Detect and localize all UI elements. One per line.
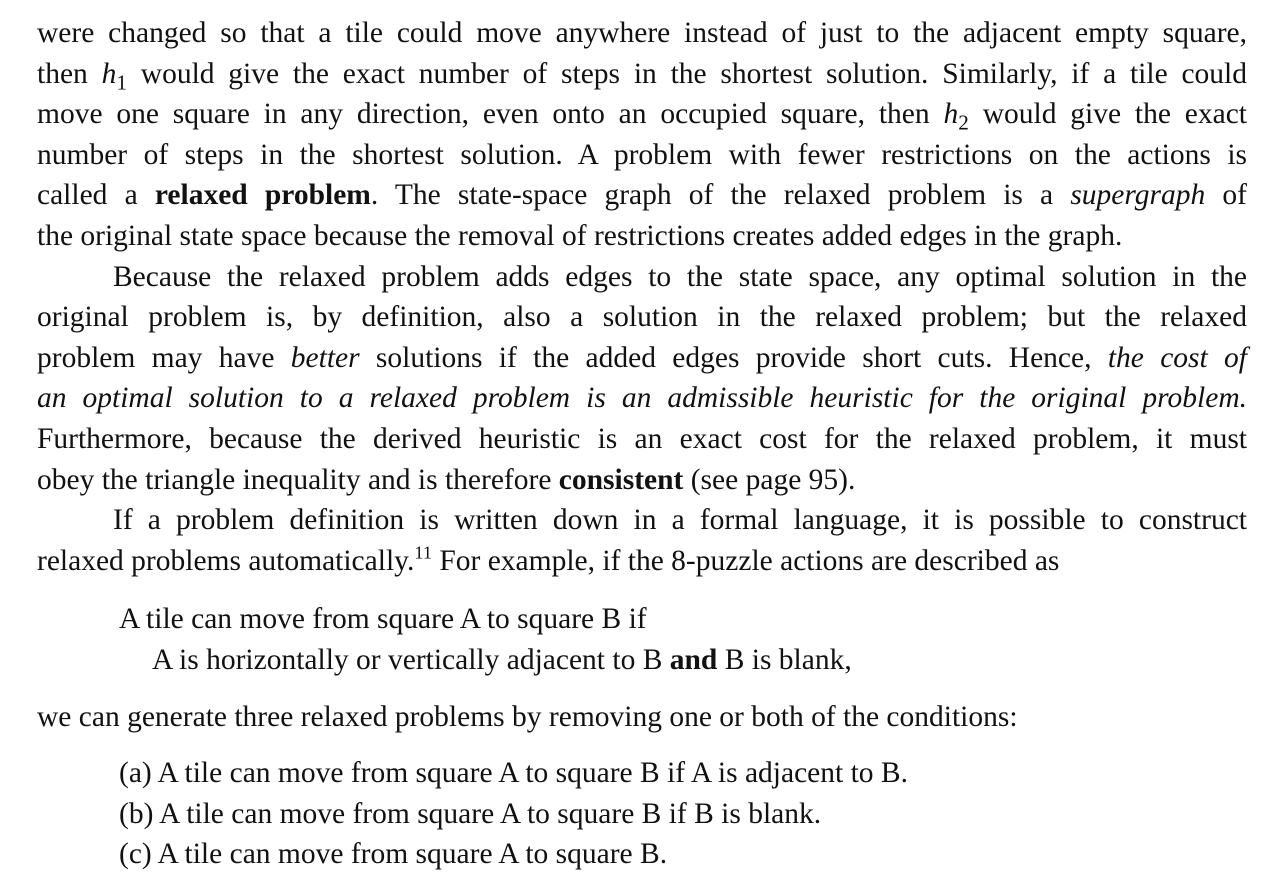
text-span: If a problem definition is written down …	[113, 504, 1247, 537]
relaxed-options-list: (a) A tile can move from square A to squ…	[119, 753, 1247, 875]
text-line: move one square in any direction, even o…	[37, 94, 1247, 135]
text-line: Furthermore, because the derived heurist…	[37, 419, 1247, 460]
text-line: problem may have better solutions if the…	[37, 338, 1247, 379]
term-consistent: consistent	[558, 463, 684, 496]
math-symbol: h	[101, 57, 117, 90]
text-line: number of steps in the shortest solution…	[37, 135, 1247, 176]
text-span: Because the relaxed problem adds edges t…	[113, 260, 1247, 293]
text-span: then	[37, 57, 102, 90]
emphasis-supergraph: supergraph	[1070, 179, 1206, 212]
math-symbol: h	[943, 98, 959, 131]
text-span: of	[1205, 179, 1248, 212]
text-span: number of steps in the shortest solution…	[37, 138, 1247, 171]
list-item: (c) A tile can move from square A to squ…	[119, 838, 668, 871]
emphasis-text: an optimal solution to a relaxed problem…	[37, 382, 1247, 415]
emphasis-text: the cost of	[1107, 341, 1247, 374]
math-h1: h1	[101, 57, 127, 93]
math-h2: h2	[943, 98, 968, 133]
text-line: obey the triangle inequality and is ther…	[37, 460, 1247, 501]
paragraph-formal-language: If a problem definition is written down …	[37, 500, 1247, 581]
text-span: the original state space because the rem…	[37, 219, 1123, 252]
math-subscript: 1	[116, 69, 127, 94]
text-span: B is blank,	[717, 643, 852, 676]
text-line: If a problem definition is written down …	[37, 500, 1247, 541]
book-page: were changed so that a tile could move a…	[37, 13, 1247, 875]
text-line: original problem is, by definition, also…	[37, 297, 1247, 338]
paragraph-admissible-heuristic: Because the relaxed problem adds edges t…	[37, 257, 1247, 501]
text-span: . The state-space graph of the relaxed p…	[370, 179, 1071, 212]
text-span: move one square in any direction, even o…	[37, 98, 944, 131]
text-span: Furthermore, because the derived heurist…	[37, 422, 1247, 455]
text-span: would give the exact	[968, 98, 1247, 131]
text-line: the original state space because the rem…	[37, 216, 1247, 257]
term-relaxed-problem: relaxed problem	[154, 179, 371, 212]
text-line: were changed so that a tile could move a…	[37, 13, 1247, 54]
text-span: relaxed problems automatically.	[37, 544, 415, 577]
text-line: Because the relaxed problem adds edges t…	[37, 257, 1247, 298]
text-span: were changed so that a tile could move a…	[37, 17, 1247, 49]
text-span: we can generate three relaxed problems b…	[37, 700, 1018, 733]
action-rule-block: A tile can move from square A to square …	[119, 599, 1247, 680]
rule-line: A tile can move from square A to square …	[119, 603, 647, 636]
text-span: would give the exact number of steps in …	[126, 57, 1247, 90]
rule-condition-line: A is horizontally or vertically adjacent…	[119, 640, 1247, 681]
text-span: called a	[37, 179, 155, 212]
text-span: problem may have	[37, 341, 291, 374]
keyword-and: and	[669, 643, 718, 676]
footnote-marker: 11	[414, 542, 432, 563]
paragraph-relaxed-problem-intro: were changed so that a tile could move a…	[37, 13, 1247, 257]
text-span: (see page 95).	[683, 463, 856, 496]
math-subscript: 2	[958, 110, 969, 135]
text-span: obey the triangle inequality and is ther…	[37, 463, 559, 496]
text-line: an optimal solution to a relaxed problem…	[37, 378, 1247, 419]
text-span: For example, if the 8-puzzle actions are…	[431, 544, 1060, 577]
text-line: then h1 would give the exact number of s…	[37, 54, 1247, 95]
emphasis-better: better	[290, 341, 360, 374]
list-item: (a) A tile can move from square A to squ…	[119, 757, 908, 790]
text-span: original problem is, by definition, also…	[37, 301, 1247, 334]
text-line: relaxed problems automatically.11 For ex…	[37, 541, 1247, 582]
text-line: called a relaxed problem. The state-spac…	[37, 175, 1247, 216]
text-span: A is horizontally or vertically adjacent…	[152, 643, 670, 676]
text-line: we can generate three relaxed problems b…	[37, 697, 1247, 738]
text-span: solutions if the added edges provide sho…	[359, 341, 1108, 374]
list-item: (b) A tile can move from square A to squ…	[119, 797, 822, 830]
